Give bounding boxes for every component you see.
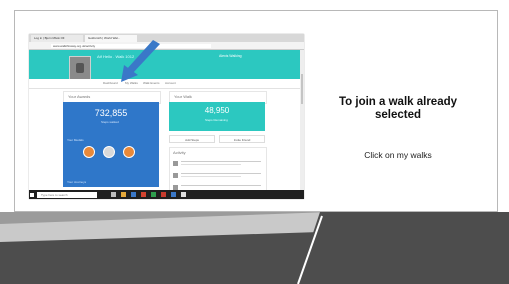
- slide-subtitle: Click on my walks: [364, 150, 432, 160]
- slide-title: To join a walk already selected: [338, 96, 458, 121]
- pointer-arrow-icon: [121, 40, 160, 82]
- decorative-band: [0, 212, 509, 284]
- presentation-slide: Log in | Bjorn Mbok Oll Goldsmith | Worl…: [0, 0, 509, 284]
- website-screenshot: Log in | Bjorn Mbok Oll Goldsmith | Worl…: [29, 34, 304, 199]
